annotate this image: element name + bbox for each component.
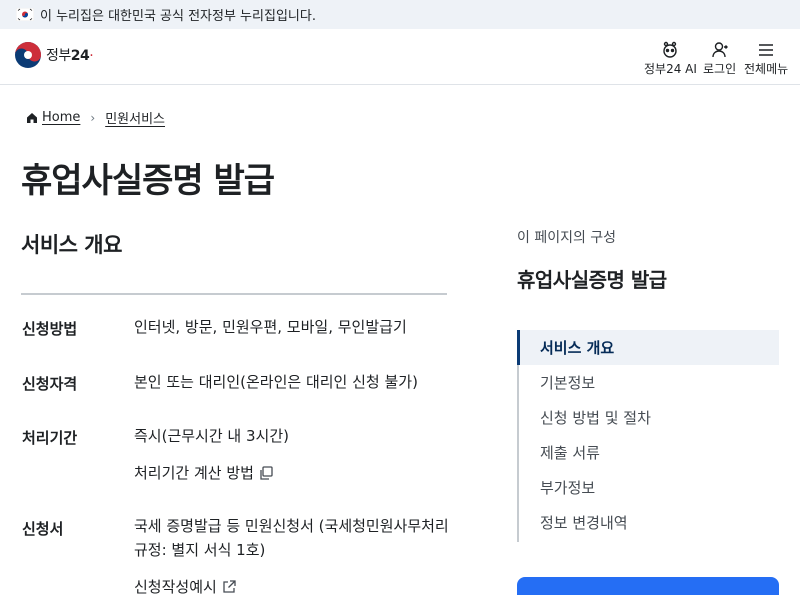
breadcrumb-home-link[interactable]: Home — [42, 110, 80, 125]
section-divider — [21, 293, 447, 295]
info-label-processing-time: 처리기간 — [22, 429, 78, 447]
user-icon — [711, 42, 728, 58]
toc-item-documents[interactable]: 제출 서류 — [519, 435, 779, 470]
info-label-eligibility: 신청자격 — [22, 375, 78, 393]
login-label: 로그인 — [703, 62, 737, 76]
toc-item-additional-info[interactable]: 부가정보 — [519, 470, 779, 505]
toc-item-basic-info[interactable]: 기본정보 — [519, 365, 779, 400]
apply-button[interactable] — [517, 577, 779, 595]
gov-banner: 이 누리집은 대한민국 공식 전자정부 누리집입니다. — [0, 0, 800, 29]
form-example-label: 신청작성예시 — [134, 578, 217, 595]
info-value-application-form: 국세 증명발급 등 민원신청서 (국세청민원사무처리규정: 별지 서식 1호) — [134, 517, 449, 559]
processing-time-calc-link[interactable]: 처리기간 계산 방법 — [134, 462, 274, 483]
full-menu-label: 전체메뉴 — [744, 62, 789, 76]
chevron-right-icon: › — [90, 110, 96, 125]
breadcrumb: Home › 민원서비스 — [26, 108, 165, 127]
logo-wordmark: 정부24· — [46, 48, 94, 64]
info-label-application-form: 신청서 — [22, 520, 64, 538]
info-value-processing-time: 즉시(근무시간 내 3시간) — [134, 427, 289, 445]
info-value-eligibility: 본인 또는 대리인(온라인은 대리인 신청 불가) — [134, 373, 418, 391]
login-button[interactable]: 로그인 — [703, 41, 736, 77]
ai-assistant-button[interactable]: 정부24 AI — [644, 41, 697, 77]
government-emblem-icon — [15, 42, 41, 68]
toc-list: 서비스 개요 기본정보 신청 방법 및 절차 제출 서류 부가정보 정보 변경내… — [517, 330, 779, 542]
external-link-icon — [223, 579, 236, 593]
info-value-method: 인터넷, 방문, 민원우편, 모바일, 무인발급기 — [134, 318, 407, 336]
site-header: 정부24· 정부24 AI 로그인 전체메뉴 — [0, 29, 800, 85]
full-menu-button[interactable]: 전체메뉴 — [744, 41, 788, 77]
toc-title: 휴업사실증명 발급 — [517, 268, 667, 292]
processing-time-calc-label: 처리기간 계산 방법 — [134, 464, 254, 482]
gov-banner-text: 이 누리집은 대한민국 공식 전자정부 누리집입니다. — [40, 9, 316, 24]
hamburger-icon — [759, 44, 774, 56]
info-label-method: 신청방법 — [22, 320, 78, 338]
copy-icon — [260, 465, 273, 480]
site-logo[interactable]: 정부24· — [14, 41, 94, 69]
toc-item-change-history[interactable]: 정보 변경내역 — [519, 505, 779, 540]
toc-item-overview[interactable]: 서비스 개요 — [517, 330, 779, 365]
section-title-overview: 서비스 개요 — [21, 233, 122, 257]
breadcrumb-current-link[interactable]: 민원서비스 — [105, 108, 165, 127]
form-example-link[interactable]: 신청작성예시 — [134, 576, 237, 595]
korea-flag-icon — [16, 8, 34, 21]
ai-assistant-icon — [663, 41, 678, 58]
toc-item-method-procedure[interactable]: 신청 방법 및 절차 — [519, 400, 779, 435]
page-title: 휴업사실증명 발급 — [21, 161, 275, 201]
home-icon — [27, 112, 37, 123]
toc-caption: 이 페이지의 구성 — [517, 230, 617, 246]
ai-assistant-label: 정부24 AI — [644, 62, 697, 76]
